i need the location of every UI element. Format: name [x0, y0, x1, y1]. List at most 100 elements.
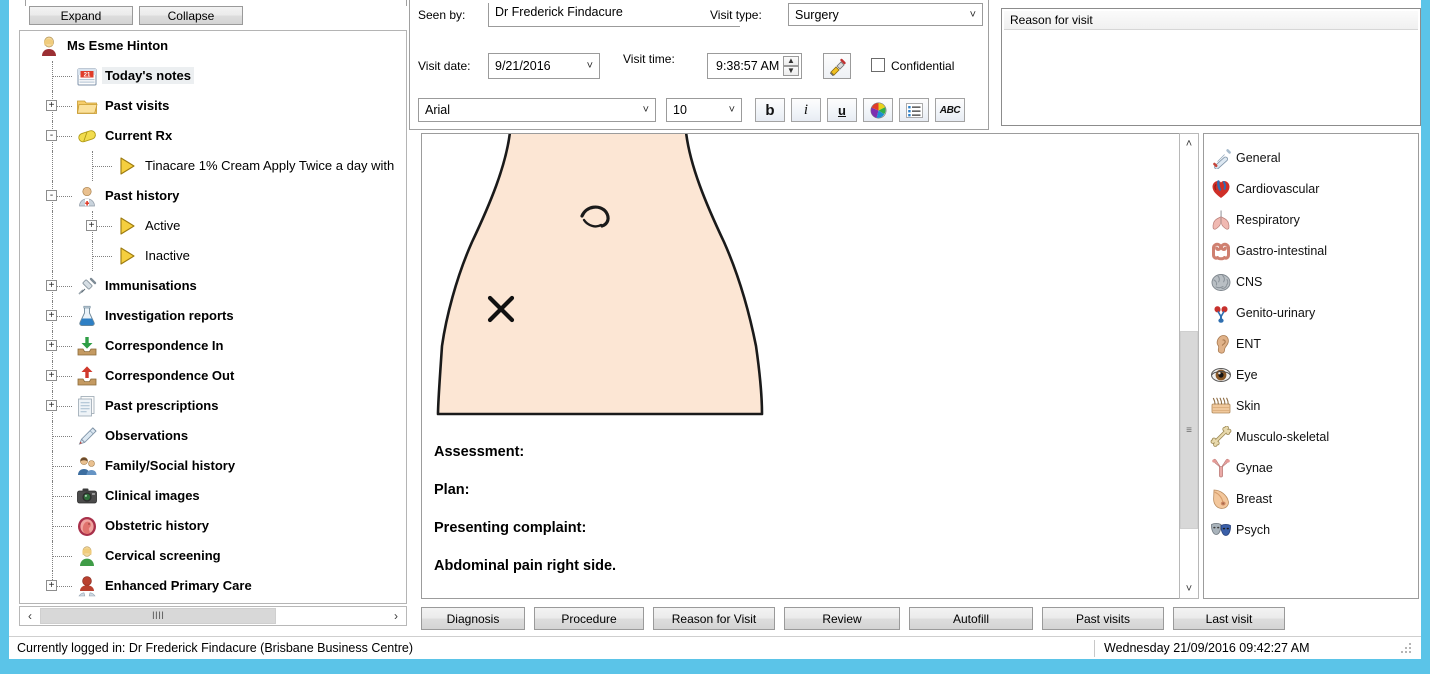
tree-item-past-prescriptions[interactable]: + Past prescriptions	[20, 391, 406, 421]
tree-item-label: Immunisations	[105, 278, 197, 293]
visit-time-stepper[interactable]: ▲ ▼	[783, 56, 799, 76]
body-systems-list[interactable]: General Cardiovascular Respiratory Gastro-i…	[1203, 133, 1419, 599]
visit-date-select[interactable]: 9/21/2016 ˅	[488, 53, 600, 79]
logged-in-status: Currently logged in: Dr Frederick Findac…	[17, 641, 413, 655]
tree-item-correspondence-out[interactable]: + Correspondence Out	[20, 361, 406, 391]
stamp-button[interactable]	[823, 53, 851, 79]
heart-icon	[1210, 178, 1232, 200]
action-button-past-visits[interactable]: Past visits	[1042, 607, 1164, 630]
action-button-diagnosis[interactable]: Diagnosis	[421, 607, 525, 630]
system-item-musculo-skeletal[interactable]: Musculo-skeletal	[1210, 421, 1416, 452]
spellcheck-button[interactable]: ABC	[935, 98, 965, 122]
tree-item-label: Correspondence Out	[105, 368, 235, 383]
text-color-button[interactable]	[863, 98, 893, 122]
system-item-ent[interactable]: ENT	[1210, 328, 1416, 359]
scroll-left-arrow-icon[interactable]: ‹	[20, 607, 40, 625]
tree-item-label: Past visits	[105, 98, 170, 113]
expand-node-icon[interactable]: +	[46, 100, 57, 111]
visit-time-field[interactable]: 9:38:57 AM ▲ ▼	[707, 53, 802, 79]
bullet-list-icon	[905, 102, 923, 118]
tree-item-clinical-images[interactable]: Clinical images	[20, 481, 406, 511]
note-vertical-scrollbar[interactable]: ˄ ≡ ˅	[1179, 133, 1199, 599]
tree-item-today-s-notes[interactable]: 21 Today's notes	[20, 61, 406, 91]
bold-button[interactable]: b	[755, 98, 785, 122]
tree-connector	[92, 256, 112, 257]
system-item-eye[interactable]: Eye	[1210, 359, 1416, 390]
tree-item-immunisations[interactable]: + Immunisations	[20, 271, 406, 301]
tree-item-current-rx[interactable]: - Current Rx	[20, 121, 406, 151]
tree-item-label: Current Rx	[105, 128, 173, 143]
application-window: Expand Collapse -Ms Esme Hinton21Today's…	[0, 0, 1430, 674]
inbox-up-icon	[76, 365, 98, 387]
system-item-breast[interactable]: Breast	[1210, 483, 1416, 514]
vscroll-track[interactable]: ≡	[1180, 153, 1198, 579]
tree-item-correspondence-in[interactable]: + Correspondence In	[20, 331, 406, 361]
confidential-label: Confidential	[891, 59, 955, 73]
tree-horizontal-scrollbar[interactable]: ‹ IIII ›	[19, 606, 407, 626]
patient-record-tree[interactable]: -Ms Esme Hinton21Today's notes + Past visi…	[19, 30, 407, 604]
system-item-genito-urinary[interactable]: Genito-urinary	[1210, 297, 1416, 328]
tree-item-investigation-reports[interactable]: + Investigation reports	[20, 301, 406, 331]
arrow-icon	[116, 245, 138, 267]
scroll-up-arrow-icon[interactable]: ˄	[1180, 134, 1198, 153]
expand-node-icon[interactable]: +	[46, 340, 57, 351]
seen-by-field[interactable]: Dr Frederick Findacure	[488, 3, 740, 27]
tree-item-ms-esme-hinton[interactable]: -Ms Esme Hinton	[20, 31, 406, 61]
tree-item-active[interactable]: + Active	[20, 211, 406, 241]
system-item-skin[interactable]: Skin	[1210, 390, 1416, 421]
scroll-right-arrow-icon[interactable]: ›	[386, 607, 406, 625]
abdomen-torso-diagram[interactable]	[432, 133, 792, 422]
collapse-button[interactable]: Collapse	[139, 6, 243, 25]
expand-node-icon[interactable]: +	[46, 400, 57, 411]
scroll-down-arrow-icon[interactable]: ˅	[1180, 579, 1198, 598]
system-item-cardiovascular[interactable]: Cardiovascular	[1210, 173, 1416, 204]
expand-node-icon[interactable]: +	[46, 280, 57, 291]
underline-button[interactable]: u	[827, 98, 857, 122]
action-button-review[interactable]: Review	[784, 607, 900, 630]
collapse-node-icon[interactable]: -	[46, 190, 57, 201]
tree-item-inactive[interactable]: Inactive	[20, 241, 406, 271]
expand-node-icon[interactable]: +	[46, 310, 57, 321]
italic-button[interactable]: i	[791, 98, 821, 122]
system-item-general[interactable]: General	[1210, 142, 1416, 173]
visit-type-select[interactable]: Surgery ˅	[788, 3, 983, 26]
tree-item-observations[interactable]: Observations	[20, 421, 406, 451]
hscroll-thumb[interactable]: IIII	[40, 608, 276, 624]
vscroll-thumb[interactable]: ≡	[1180, 331, 1198, 529]
tree-item-family-social-history[interactable]: Family/Social history	[20, 451, 406, 481]
hscroll-track[interactable]: IIII	[40, 607, 386, 625]
action-button-autofill[interactable]: Autofill	[909, 607, 1033, 630]
expand-node-icon[interactable]: +	[46, 370, 57, 381]
system-item-label: Skin	[1236, 398, 1261, 413]
tree-item-past-visits[interactable]: + Past visits	[20, 91, 406, 121]
action-button-reason-for-visit[interactable]: Reason for Visit	[653, 607, 775, 630]
clinical-note-editor[interactable]: Assessment: Plan: Presenting complaint: …	[421, 133, 1199, 599]
expand-node-icon[interactable]: +	[86, 220, 97, 231]
tree-item-label: Family/Social history	[105, 458, 236, 473]
expand-button[interactable]: Expand	[29, 6, 133, 25]
stepper-down-icon[interactable]: ▼	[783, 66, 799, 76]
action-button-procedure[interactable]: Procedure	[534, 607, 644, 630]
tree-item-past-history[interactable]: - Past history	[20, 181, 406, 211]
system-item-gastro-intestinal[interactable]: Gastro-intestinal	[1210, 235, 1416, 266]
reason-for-visit-grid[interactable]: Reason for visit	[1001, 8, 1421, 126]
bullet-list-button[interactable]	[899, 98, 929, 122]
collapse-node-icon[interactable]: -	[46, 130, 57, 141]
tree-item-tinacare-1-cream-apply-twice-a-day-with[interactable]: Tinacare 1% Cream Apply Twice a day with	[20, 151, 406, 181]
font-size-select[interactable]: 10 ˅	[666, 98, 742, 122]
tree-item-obstetric-history[interactable]: Obstetric history	[20, 511, 406, 541]
expand-node-icon[interactable]: +	[46, 580, 57, 591]
stepper-up-icon[interactable]: ▲	[783, 56, 799, 66]
confidential-checkbox[interactable]	[871, 58, 885, 72]
font-family-select[interactable]: Arial ˅	[418, 98, 656, 122]
action-button-last-visit[interactable]: Last visit	[1173, 607, 1285, 630]
resize-grip-icon[interactable]	[1401, 643, 1413, 655]
tree-item-enhanced-primary-care[interactable]: + Enhanced Primary Care	[20, 571, 406, 601]
tree-item-cervical-screening[interactable]: Cervical screening	[20, 541, 406, 571]
patient-tree-panel: Expand Collapse -Ms Esme Hinton21Today's…	[9, 0, 407, 633]
reason-for-visit-column-header[interactable]: Reason for visit	[1004, 11, 1418, 30]
system-item-gynae[interactable]: Gynae	[1210, 452, 1416, 483]
system-item-respiratory[interactable]: Respiratory	[1210, 204, 1416, 235]
system-item-cns[interactable]: CNS	[1210, 266, 1416, 297]
system-item-psych[interactable]: Psych	[1210, 514, 1416, 545]
